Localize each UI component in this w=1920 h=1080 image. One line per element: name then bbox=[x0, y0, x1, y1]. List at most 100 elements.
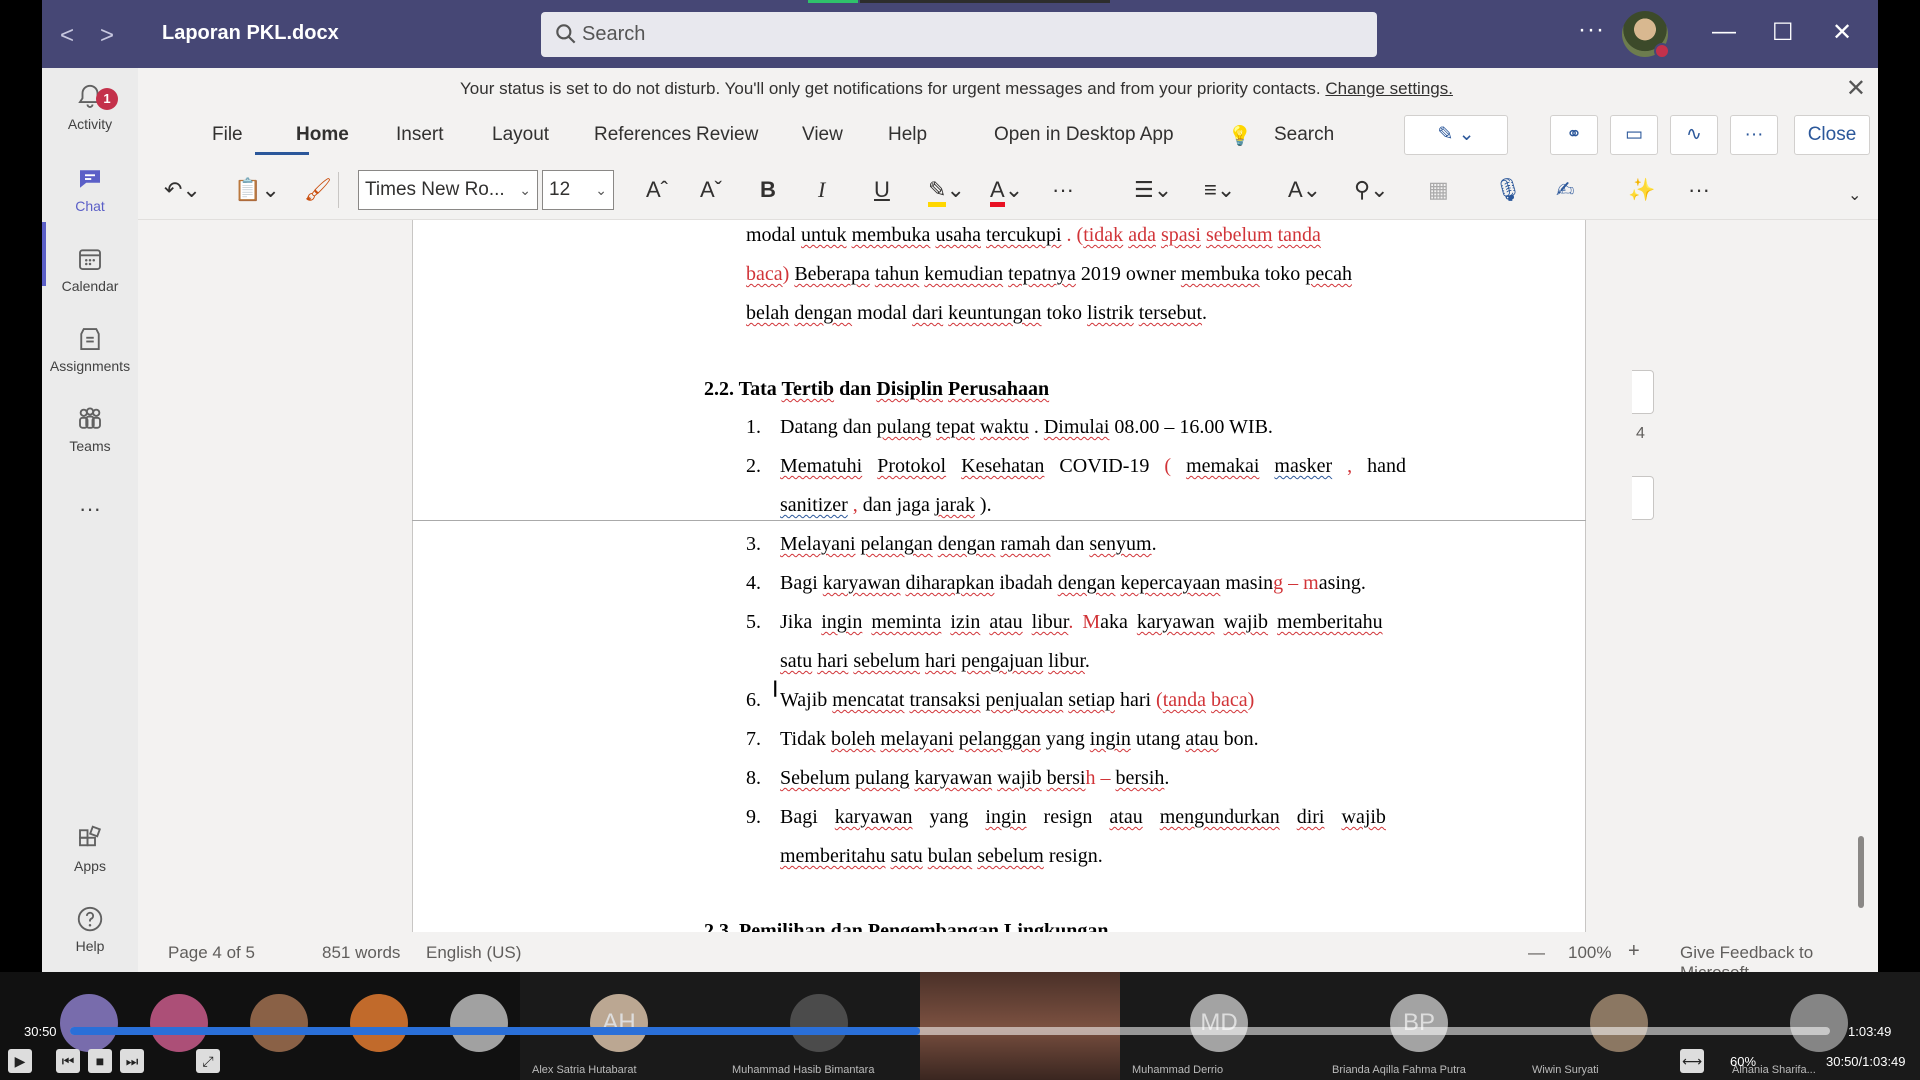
link-icon: ⚭ bbox=[1566, 124, 1582, 145]
aspect-icon[interactable]: ⟷ bbox=[1680, 1049, 1704, 1073]
rail-item-assignments[interactable]: Assignments bbox=[42, 324, 138, 374]
list-item-text: Melayani pelangan dengan ramah dan senyu… bbox=[780, 533, 1157, 555]
activity-pulse-icon: ∿ bbox=[1686, 124, 1702, 145]
teams-icon bbox=[79, 407, 101, 429]
comment-icon: ▭ bbox=[1625, 124, 1643, 145]
paragraph-line: modal untuk membuka usaha tercukupi . (t… bbox=[746, 224, 1321, 246]
play-button[interactable]: ▶ bbox=[8, 1049, 32, 1073]
open-desktop-app-button[interactable]: Open in Desktop App bbox=[994, 124, 1174, 146]
grow-font-icon[interactable]: Aˆ bbox=[646, 172, 668, 208]
activity-badge: 1 bbox=[96, 88, 118, 110]
rail-label-teams: Teams bbox=[69, 438, 111, 454]
forward-button[interactable]: > bbox=[100, 22, 114, 50]
text-cursor-icon: Ι bbox=[772, 678, 779, 703]
editing-mode-button[interactable]: ✎ ⌄ bbox=[1404, 115, 1508, 155]
previous-icon[interactable]: ⏮ bbox=[56, 1049, 80, 1073]
user-avatar[interactable] bbox=[1622, 11, 1670, 59]
rail-item-activity[interactable]: 1 Activity bbox=[42, 82, 138, 132]
vertical-scrollbar[interactable] bbox=[1858, 836, 1864, 908]
calendar-icon bbox=[79, 249, 101, 270]
minimize-button[interactable]: — bbox=[1712, 18, 1736, 46]
font-color-icon[interactable]: A⌄ bbox=[990, 172, 1023, 208]
rail-item-help[interactable]: Help bbox=[42, 904, 138, 954]
volume-level[interactable]: 60% bbox=[1730, 1054, 1756, 1069]
rail-item-chat[interactable]: Chat bbox=[42, 164, 138, 214]
search-placeholder: Search bbox=[582, 23, 646, 45]
styles-icon[interactable]: A⌄ bbox=[1288, 172, 1321, 208]
help-icon bbox=[77, 906, 103, 932]
language-indicator[interactable]: English (US) bbox=[426, 943, 521, 963]
rail-item-apps[interactable]: Apps bbox=[42, 824, 138, 874]
avatar bbox=[60, 994, 118, 1052]
feedback-link[interactable]: Give Feedback to Microsoft bbox=[1680, 943, 1878, 972]
comments-button[interactable]: ▭ bbox=[1610, 115, 1658, 155]
zoom-out-button[interactable]: — bbox=[1528, 943, 1545, 963]
align-icon[interactable]: ≡⌄ bbox=[1204, 172, 1235, 208]
avatar bbox=[350, 994, 408, 1052]
avatar bbox=[1590, 994, 1648, 1052]
tab-layout[interactable]: Layout bbox=[492, 124, 549, 146]
underline-icon[interactable]: U bbox=[874, 172, 890, 208]
close-notice-icon[interactable]: ✕ bbox=[1846, 74, 1866, 103]
list-number: 7. bbox=[746, 728, 761, 750]
dictate-icon[interactable]: 🎙 bbox=[1494, 172, 1522, 208]
close-window-button[interactable]: ✕ bbox=[1832, 18, 1852, 47]
zoom-level[interactable]: 100% bbox=[1568, 943, 1611, 963]
elapsed-time: 30:50 bbox=[24, 1024, 57, 1039]
rail-label-calendar: Calendar bbox=[61, 278, 119, 294]
tell-me-search[interactable]: Search bbox=[1274, 124, 1334, 146]
more-menu-button[interactable]: ··· bbox=[1730, 115, 1778, 155]
editor-icon[interactable]: ✍ bbox=[1556, 172, 1574, 208]
more-font-options-icon[interactable]: ··· bbox=[1052, 172, 1074, 208]
lightbulb-icon: 💡 bbox=[1228, 126, 1252, 147]
participant-name: Alex Satria Hutabarat bbox=[532, 1064, 637, 1076]
rail-item-teams[interactable]: Teams bbox=[42, 404, 138, 454]
more-ribbon-icon[interactable]: ··· bbox=[1688, 172, 1710, 208]
designer-icon[interactable]: ✨ bbox=[1628, 172, 1655, 208]
collapse-ribbon-icon[interactable]: ⌄ bbox=[1848, 178, 1861, 214]
maximize-button[interactable]: ☐ bbox=[1772, 18, 1794, 47]
tab-view[interactable]: View bbox=[802, 124, 843, 146]
rail-item-calendar[interactable]: Calendar bbox=[42, 244, 138, 294]
paragraph-line: belah dengan modal dari keuntungan toko … bbox=[746, 302, 1208, 324]
bullets-icon[interactable]: ☰⌄ bbox=[1134, 172, 1172, 208]
list-item-text: sanitizer , dan jaga jarak ). bbox=[780, 494, 992, 516]
fullscreen-icon[interactable]: ⤢ bbox=[196, 1049, 220, 1073]
tab-review[interactable]: Review bbox=[696, 124, 758, 146]
back-button[interactable]: < bbox=[60, 22, 74, 50]
shrink-font-icon[interactable]: Aˇ bbox=[700, 172, 722, 208]
list-number: 5. bbox=[746, 611, 761, 633]
page-count[interactable]: Page 4 of 5 bbox=[168, 943, 255, 963]
stop-icon[interactable]: ■ bbox=[88, 1049, 112, 1073]
avatar bbox=[150, 994, 208, 1052]
document-text[interactable]: modal untuk membuka usaha tercukupi . (t… bbox=[138, 220, 1878, 932]
tab-file[interactable]: File bbox=[212, 124, 243, 146]
participant-name: Muhammad Hasib Bimantara bbox=[732, 1064, 875, 1076]
highlight-color-icon[interactable]: ✎⌄ bbox=[928, 172, 965, 208]
sensitivity-icon[interactable]: ▦ bbox=[1428, 172, 1449, 208]
search-box[interactable]: Search bbox=[541, 12, 1377, 57]
activity-button[interactable]: ∿ bbox=[1670, 115, 1718, 155]
change-settings-link[interactable]: Change settings. bbox=[1325, 79, 1453, 98]
zoom-in-button[interactable]: + bbox=[1628, 940, 1640, 963]
italic-icon[interactable]: I bbox=[818, 172, 825, 208]
section-heading: 2.2. Tata Tertib dan Disiplin Perusahaan bbox=[704, 378, 1050, 400]
find-icon[interactable]: ⚲⌄ bbox=[1354, 172, 1389, 208]
seek-bar-progress bbox=[70, 1027, 920, 1035]
rail-more-button[interactable]: ··· bbox=[42, 496, 138, 522]
tab-help[interactable]: Help bbox=[888, 124, 927, 146]
more-options-button[interactable]: ··· bbox=[1578, 16, 1605, 44]
title-bar: < > Laporan PKL.docx Search ··· — ☐ ✕ bbox=[42, 0, 1878, 68]
bold-icon[interactable]: B bbox=[760, 172, 776, 208]
share-link-button[interactable]: ⚭ bbox=[1550, 115, 1598, 155]
tab-insert[interactable]: Insert bbox=[396, 124, 444, 146]
word-count[interactable]: 851 words bbox=[322, 943, 400, 963]
tab-references[interactable]: References bbox=[594, 124, 691, 146]
tab-home[interactable]: Home bbox=[296, 124, 349, 146]
paragraph-line: baca) Beberapa tahun kemudian tepatnya 2… bbox=[746, 263, 1352, 285]
participant-name: Brianda Aqilla Fahma Putra bbox=[1332, 1064, 1466, 1076]
avatar bbox=[1790, 994, 1848, 1052]
list-item-text: Datang dan pulang tepat waktu . Dimulai … bbox=[780, 416, 1273, 438]
next-icon[interactable]: ⏭ bbox=[120, 1049, 144, 1073]
close-document-button[interactable]: Close bbox=[1794, 115, 1870, 155]
